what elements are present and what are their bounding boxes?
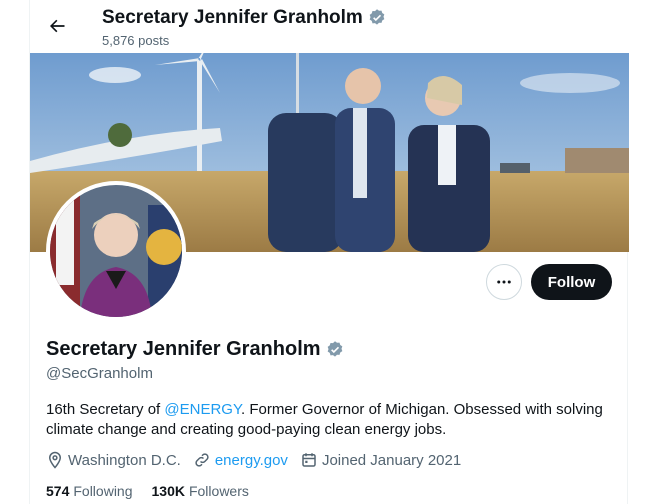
following-link[interactable]: 574 Following [46,483,133,499]
profile-name: Secretary Jennifer Granholm [46,338,345,361]
link-icon [195,453,209,467]
calendar-icon [302,453,316,467]
following-label: Following [73,483,133,499]
top-bar: Secretary Jennifer Granholm 5,876 posts [30,0,629,53]
following-count: 574 [46,483,70,499]
back-arrow-icon [50,19,65,33]
back-button[interactable] [40,9,74,43]
verified-badge-icon [369,9,385,25]
location-item: Washington D.C. [46,451,181,469]
profile-meta: Washington D.C. energy.gov Joined Januar… [46,451,473,469]
follow-stats: 574 Following 130K Followers [46,483,268,499]
header-name: Secretary Jennifer Granholm [102,7,363,28]
location-text: Washington D.C. [68,451,181,469]
more-icon [497,280,511,284]
profile-page: Secretary Jennifer Granholm 5,876 posts [29,0,629,504]
profile-bio: 16th Secretary of @ENERGY. Former Govern… [46,400,616,440]
followers-count: 130K [151,483,185,499]
joined-text: Joined January 2021 [321,451,462,469]
followers-link[interactable]: 130K Followers [152,483,249,499]
website-item: energy.gov [193,451,288,469]
profile-display-name: Secretary Jennifer Granholm [46,338,321,360]
bio-mention-link[interactable]: @ENERGY [164,401,241,418]
avatar-photo [50,185,182,317]
follow-button[interactable]: Follow [531,264,612,300]
avatar[interactable] [46,181,186,321]
verified-badge-icon [327,340,342,357]
more-options-button[interactable] [486,264,522,300]
joined-item: Joined January 2021 [300,451,461,469]
post-count: 5,876 posts [102,33,170,48]
bio-text-start: 16th Secretary of [46,401,165,418]
website-link[interactable]: energy.gov [215,452,288,469]
followers-label: Followers [188,483,249,499]
header-title: Secretary Jennifer Granholm [102,7,387,29]
profile-handle: @SecGranholm [46,365,153,382]
location-icon [48,451,62,469]
